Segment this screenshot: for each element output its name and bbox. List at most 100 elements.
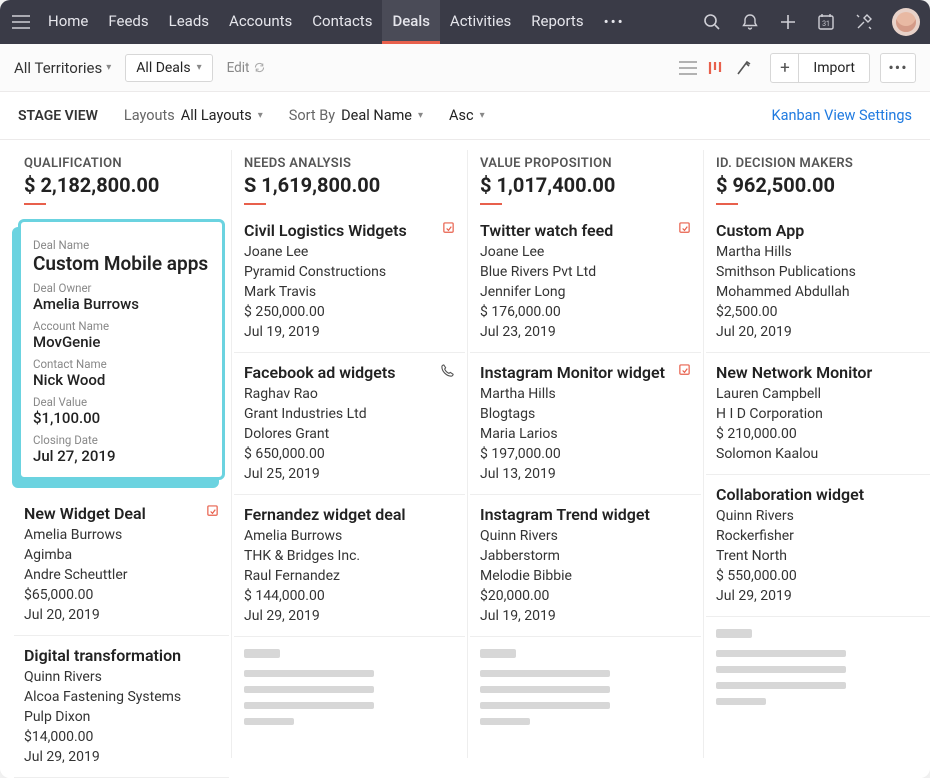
deal-card[interactable]: Instagram Trend widget Quinn RiversJabbe… bbox=[470, 495, 701, 637]
deal-field: Jul 20, 2019 bbox=[716, 324, 928, 340]
deal-field: Rockerfisher bbox=[716, 528, 928, 544]
view-label: All Deals bbox=[136, 60, 190, 76]
deal-card[interactable]: Digital transformation Quinn RiversAlcoa… bbox=[14, 636, 229, 778]
field-value: Amelia Burrows bbox=[33, 295, 210, 313]
deal-field: Alcoa Fastening Systems bbox=[24, 689, 219, 705]
nav-more[interactable]: ••• bbox=[594, 13, 635, 31]
nav-items: HomeFeedsLeadsAccountsContactsDealsActiv… bbox=[38, 0, 594, 44]
deal-card[interactable]: New Widget Deal Amelia BurrowsAgimbaAndr… bbox=[14, 494, 229, 636]
avatar[interactable] bbox=[892, 8, 920, 36]
column-underline bbox=[244, 203, 266, 205]
layouts-label: Layouts bbox=[124, 107, 175, 124]
deal-field: $ 176,000.00 bbox=[480, 304, 691, 320]
kanban-settings-link[interactable]: Kanban View Settings bbox=[771, 107, 912, 124]
skeleton-card bbox=[234, 637, 465, 744]
canvas-view-icon[interactable] bbox=[734, 58, 754, 78]
kanban-column: QUALIFICATION $ 2,182,800.00 Deal Name C… bbox=[12, 150, 232, 758]
plus-icon[interactable] bbox=[778, 12, 798, 32]
deal-field: Maria Larios bbox=[480, 426, 691, 442]
deal-card[interactable]: Instagram Monitor widget Martha HillsBlo… bbox=[470, 353, 701, 495]
deal-card[interactable]: Facebook ad widgets Raghav RaoGrant Indu… bbox=[234, 353, 465, 495]
deal-card[interactable]: Collaboration widget Quinn RiversRockerf… bbox=[706, 475, 930, 617]
refresh-icon bbox=[253, 61, 266, 74]
layouts-dropdown[interactable]: Layouts All Layouts ▾ bbox=[124, 107, 263, 124]
column-header: VALUE PROPOSITION $ 1,017,400.00 bbox=[470, 150, 701, 211]
deal-card[interactable]: Twitter watch feed Joane LeeBlue Rivers … bbox=[470, 211, 701, 353]
flag-icon bbox=[206, 505, 219, 522]
deal-field: Pulp Dixon bbox=[24, 709, 219, 725]
view-mode-icons bbox=[678, 58, 754, 78]
field-label: Deal Name bbox=[33, 238, 210, 252]
deal-title: Twitter watch feed bbox=[480, 221, 613, 240]
column-underline bbox=[716, 203, 738, 205]
deal-field: Raghav Rao bbox=[244, 386, 455, 402]
stagebar: STAGE VIEW Layouts All Layouts ▾ Sort By… bbox=[0, 92, 930, 140]
nav-item-home[interactable]: Home bbox=[38, 0, 98, 44]
deal-detail-card[interactable]: Deal Name Custom Mobile apps Deal Owner … bbox=[18, 219, 225, 480]
nav-item-feeds[interactable]: Feeds bbox=[98, 0, 158, 44]
field-value: Nick Wood bbox=[33, 371, 210, 389]
app-frame: HomeFeedsLeadsAccountsContactsDealsActiv… bbox=[0, 0, 930, 778]
nav-item-accounts[interactable]: Accounts bbox=[219, 0, 302, 44]
territory-dropdown[interactable]: All Territories ▾ bbox=[14, 59, 111, 77]
view-dropdown[interactable]: All Deals ▾ bbox=[125, 54, 212, 82]
deal-field: Martha Hills bbox=[480, 386, 691, 402]
field-label: Contact Name bbox=[33, 357, 210, 371]
list-view-icon[interactable] bbox=[678, 58, 698, 78]
deal-field: Jennifer Long bbox=[480, 284, 691, 300]
deal-field: Amelia Burrows bbox=[244, 528, 455, 544]
nav-item-activities[interactable]: Activities bbox=[440, 0, 521, 44]
deal-field: $65,000.00 bbox=[24, 587, 219, 603]
deal-field: Blogtags bbox=[480, 406, 691, 422]
column-amount: $ 2,182,800.00 bbox=[24, 173, 219, 197]
column-amount: $ 962,500.00 bbox=[716, 173, 928, 197]
deal-field: Quinn Rivers bbox=[480, 528, 691, 544]
bell-icon[interactable] bbox=[740, 12, 760, 32]
deal-field: Joane Lee bbox=[244, 244, 455, 260]
nav-item-leads[interactable]: Leads bbox=[159, 0, 219, 44]
deal-field: Trent North bbox=[716, 548, 928, 564]
tools-icon[interactable] bbox=[854, 12, 874, 32]
deal-field: Jul 29, 2019 bbox=[244, 608, 455, 624]
field-value: MovGenie bbox=[33, 333, 210, 351]
field-value: $1,100.00 bbox=[33, 409, 210, 427]
deal-field: $ 197,000.00 bbox=[480, 446, 691, 462]
deal-card[interactable]: Custom App Martha HillsSmithson Publicat… bbox=[706, 211, 930, 353]
field-value: Jul 27, 2019 bbox=[33, 447, 210, 465]
column-cards: Custom App Martha HillsSmithson Publicat… bbox=[706, 211, 930, 724]
column-header: NEEDS ANALYSIS S 1,619,800.00 bbox=[234, 150, 465, 211]
deal-field: H I D Corporation bbox=[716, 406, 928, 422]
column-cards: Deal Name Custom Mobile apps Deal Owner … bbox=[14, 211, 229, 778]
deal-title: Civil Logistics Widgets bbox=[244, 221, 407, 240]
deal-field: Jul 19, 2019 bbox=[244, 324, 455, 340]
menu-icon[interactable] bbox=[10, 11, 32, 33]
more-actions-button[interactable]: ••• bbox=[880, 53, 916, 83]
column-amount: $ 1,017,400.00 bbox=[480, 173, 691, 197]
deal-field: Dolores Grant bbox=[244, 426, 455, 442]
kanban-column: VALUE PROPOSITION $ 1,017,400.00 Twitter… bbox=[468, 150, 704, 758]
flag-icon bbox=[678, 222, 691, 239]
kanban-view-icon[interactable] bbox=[706, 58, 726, 78]
edit-link[interactable]: Edit bbox=[227, 60, 267, 76]
deal-field: Jabberstorm bbox=[480, 548, 691, 564]
chevron-down-icon: ▾ bbox=[106, 62, 111, 73]
deal-card[interactable]: New Network Monitor Lauren CampbellH I D… bbox=[706, 353, 930, 475]
deal-field: Raul Fernandez bbox=[244, 568, 455, 584]
sort-by-dropdown[interactable]: Sort By Deal Name ▾ bbox=[289, 107, 423, 124]
nav-item-reports[interactable]: Reports bbox=[521, 0, 593, 44]
deal-title: Collaboration widget bbox=[716, 485, 864, 504]
phone-icon bbox=[440, 363, 455, 382]
deal-card[interactable]: Fernandez widget deal Amelia BurrowsTHK … bbox=[234, 495, 465, 637]
deal-field: Agimba bbox=[24, 547, 219, 563]
calendar-icon[interactable]: 31 bbox=[816, 12, 836, 32]
sort-dir-value: Asc bbox=[449, 107, 474, 124]
column-header: ID. DECISION MAKERS $ 962,500.00 bbox=[706, 150, 930, 211]
deal-field: Amelia Burrows bbox=[24, 527, 219, 543]
sort-dir-dropdown[interactable]: Asc ▾ bbox=[449, 107, 485, 124]
deal-field: Grant Industries Ltd bbox=[244, 406, 455, 422]
nav-item-deals[interactable]: Deals bbox=[382, 0, 439, 44]
import-button[interactable]: + Import bbox=[770, 53, 870, 83]
search-icon[interactable] bbox=[702, 12, 722, 32]
deal-card[interactable]: Civil Logistics Widgets Joane LeePyramid… bbox=[234, 211, 465, 353]
nav-item-contacts[interactable]: Contacts bbox=[302, 0, 382, 44]
